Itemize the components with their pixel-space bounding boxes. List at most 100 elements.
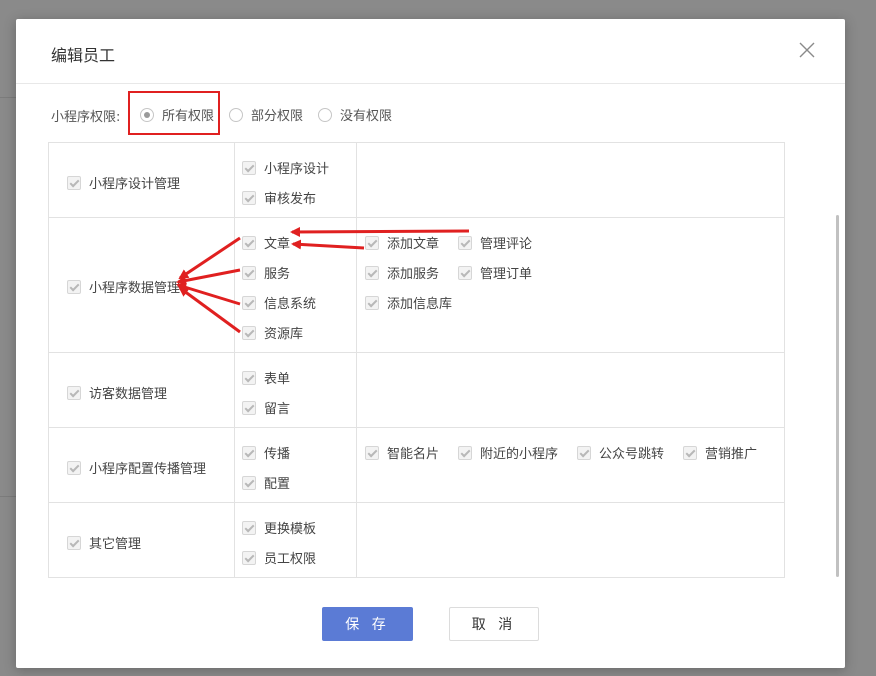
checkbox-check-icon [242,550,256,565]
checkbox-action[interactable]: 公众号跳转 [577,443,664,462]
sub-label: 资源库 [264,327,304,342]
checkbox-check-icon [242,370,256,385]
checkbox-module[interactable]: 小程序数据管理 [67,277,180,296]
table-row-divider [49,217,784,218]
sub-label: 配置 [264,477,291,492]
radio-label: 部分权限 [251,109,304,124]
radio-dot-icon [140,107,154,122]
table-column-divider [234,143,235,577]
edit-employee-dialog: 编辑员工 小程序权限: 所有权限 部分权限 没有权限 小程序设计管理 小程序设计 [16,19,845,668]
checkbox-check-icon [67,385,81,400]
module-label: 小程序设计管理 [89,177,181,192]
checkbox-module[interactable]: 小程序设计管理 [67,173,180,192]
checkbox-sub[interactable]: 审核发布 [242,188,316,207]
checkbox-sub[interactable]: 服务 [242,263,290,282]
checkbox-sub[interactable]: 更换模板 [242,518,316,537]
checkbox-check-icon [365,235,379,250]
checkbox-sub[interactable]: 文章 [242,233,290,252]
background-divider [0,97,16,98]
checkbox-check-icon [458,235,472,250]
checkbox-action[interactable]: 添加信息库 [365,293,452,312]
checkbox-check-icon [242,160,256,175]
sub-label: 小程序设计 [264,162,330,177]
checkbox-sub[interactable]: 小程序设计 [242,158,329,177]
save-button[interactable]: 保 存 [322,607,413,641]
action-label: 添加服务 [387,267,440,282]
checkbox-sub[interactable]: 留言 [242,398,290,417]
checkbox-sub[interactable]: 配置 [242,473,290,492]
checkbox-sub[interactable]: 员工权限 [242,548,316,567]
action-label: 添加文章 [387,237,440,252]
checkbox-module[interactable]: 访客数据管理 [67,383,167,402]
sub-label: 服务 [264,267,291,282]
checkbox-action[interactable]: 添加文章 [365,233,439,252]
checkbox-sub[interactable]: 传播 [242,443,290,462]
checkbox-check-icon [242,325,256,340]
radio-label: 没有权限 [340,109,393,124]
checkbox-check-icon [458,445,472,460]
close-icon[interactable] [797,40,817,60]
scrollbar-thumb[interactable] [836,215,839,577]
sub-label: 信息系统 [264,297,317,312]
action-label: 管理评论 [480,237,533,252]
action-label: 添加信息库 [387,297,453,312]
checkbox-check-icon [683,445,697,460]
checkbox-sub[interactable]: 信息系统 [242,293,316,312]
checkbox-check-icon [242,235,256,250]
table-column-divider [356,143,357,577]
module-label: 小程序数据管理 [89,281,181,296]
checkbox-action[interactable]: 附近的小程序 [458,443,558,462]
checkbox-action[interactable]: 管理订单 [458,263,532,282]
module-label: 访客数据管理 [89,387,168,402]
checkbox-sub[interactable]: 表单 [242,368,290,387]
module-label: 其它管理 [89,537,142,552]
checkbox-check-icon [242,265,256,280]
table-row-divider [49,352,784,353]
checkbox-check-icon [365,295,379,310]
radio-label: 所有权限 [162,109,215,124]
radio-circle-icon [229,107,243,122]
checkbox-check-icon [365,445,379,460]
background-divider [0,496,16,497]
checkbox-check-icon [458,265,472,280]
checkbox-module[interactable]: 其它管理 [67,533,141,552]
sub-label: 留言 [264,402,291,417]
table-row-divider [49,427,784,428]
checkbox-check-icon [242,190,256,205]
checkbox-check-icon [242,475,256,490]
permission-label: 小程序权限: [51,109,121,125]
checkbox-action[interactable]: 智能名片 [365,443,439,462]
sub-label: 审核发布 [264,192,317,207]
checkbox-check-icon [67,279,81,294]
action-label: 管理订单 [480,267,533,282]
checkbox-check-icon [577,445,591,460]
checkbox-check-icon [242,445,256,460]
radio-partial-permissions[interactable]: 部分权限 [229,105,303,124]
permissions-table: 小程序设计管理 小程序设计 审核发布 小程序数据管理 文章 服务 信息系统 资源… [48,142,785,578]
module-label: 小程序配置传播管理 [89,462,207,477]
checkbox-check-icon [67,175,81,190]
checkbox-action[interactable]: 添加服务 [365,263,439,282]
sub-label: 更换模板 [264,522,317,537]
sub-label: 传播 [264,447,291,462]
checkbox-check-icon [67,535,81,550]
sub-label: 员工权限 [264,552,317,567]
checkbox-check-icon [242,400,256,415]
sub-label: 表单 [264,372,291,387]
checkbox-sub[interactable]: 资源库 [242,323,303,342]
action-label: 智能名片 [387,447,440,462]
checkbox-action[interactable]: 营销推广 [683,443,757,462]
radio-no-permissions[interactable]: 没有权限 [318,105,392,124]
action-label: 营销推广 [705,447,758,462]
table-row-divider [49,502,784,503]
dialog-title: 编辑员工 [51,46,116,65]
checkbox-check-icon [242,520,256,535]
action-label: 附近的小程序 [480,447,559,462]
sub-label: 文章 [264,237,291,252]
cancel-button[interactable]: 取 消 [449,607,539,641]
checkbox-action[interactable]: 管理评论 [458,233,532,252]
checkbox-check-icon [242,295,256,310]
checkbox-module[interactable]: 小程序配置传播管理 [67,458,206,477]
radio-all-permissions[interactable]: 所有权限 [140,105,214,124]
checkbox-check-icon [67,460,81,475]
